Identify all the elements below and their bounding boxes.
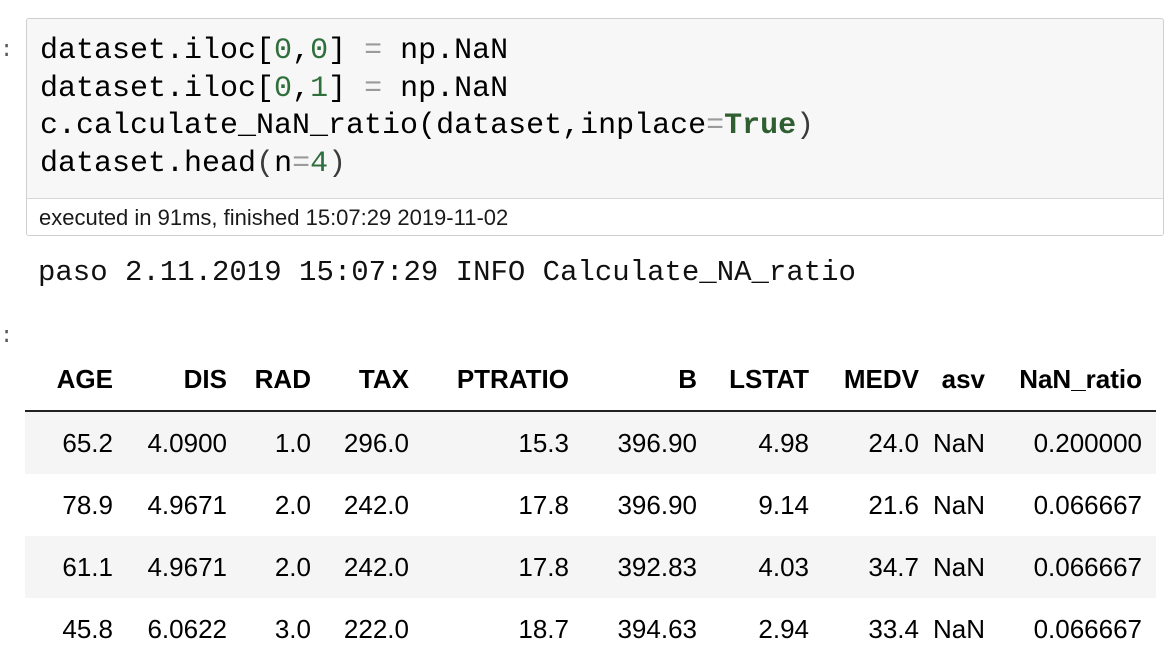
code-token: ( — [256, 146, 275, 181]
column-header: MEDV — [823, 348, 933, 412]
table-cell: 394.63 — [617, 613, 697, 644]
table-cell: 396.90 — [617, 489, 697, 520]
code-token: 0 — [274, 71, 293, 106]
table-row: 61.1 4.9671 2.0 242.0 17.8 392.83 4.03 34.7 NaN 0… — [25, 536, 1157, 598]
table-row: 65.2 4.0900 1.0 296.0 15.3 396.90 4.98 24.0 NaN 0… — [25, 411, 1157, 474]
table-cell: 33.4 — [868, 613, 919, 644]
table-cell: 45.8 — [62, 613, 113, 644]
code-cell[interactable]: dataset.iloc[0,0] = np.NaN dataset.iloc[0… — [26, 18, 1164, 236]
table-cell: 0.066667 — [1033, 613, 1143, 644]
execution-info: executed in 91ms, finished 15:07:29 2019… — [27, 198, 1163, 235]
table-cell: 1.0 — [274, 427, 311, 458]
code-token: dataset.head — [40, 146, 257, 181]
code-token: np.NaN — [382, 71, 509, 106]
table-cell: 2.94 — [758, 613, 809, 644]
table-cell: 0.066667 — [1033, 551, 1143, 582]
code-token: ] — [328, 71, 365, 106]
table-cell: NaN — [933, 613, 986, 644]
table-cell: 78.9 — [62, 489, 113, 520]
table-cell: 4.03 — [758, 551, 809, 582]
code-line[interactable]: c.calculate_NaN_ratio(dataset,inplace=Tr… — [40, 108, 1163, 146]
output-prompt-marker: : — [0, 324, 14, 349]
code-token: 0 — [274, 34, 293, 68]
code-token: ] — [328, 34, 365, 68]
code-token: = — [364, 34, 383, 68]
table-header-row: AGE DIS RAD TAX PTRATIO B LSTAT MEDV asv NaN_rati… — [25, 348, 1157, 412]
table-cell: 6.0622 — [147, 613, 227, 644]
code-token: = — [292, 146, 311, 181]
table-cell: NaN — [933, 427, 986, 458]
column-header: NaN_ratio — [999, 348, 1157, 412]
table-cell: 3.0 — [274, 613, 311, 644]
table-cell: 17.8 — [518, 489, 569, 520]
table-cell: NaN — [933, 551, 986, 582]
code-token: dataset.iloc[ — [40, 71, 275, 106]
code-token: ) — [328, 146, 347, 181]
code-token: c.calculate_NaN_ratio(dataset,inplace — [40, 109, 707, 144]
code-line[interactable]: dataset.iloc[0,1] = np.NaN — [40, 71, 1163, 109]
dataframe-table: AGE DIS RAD TAX PTRATIO B LSTAT MEDV asv NaN_rati… — [25, 348, 1157, 656]
table-cell: 18.7 — [518, 613, 569, 644]
table-cell: 9.14 — [758, 489, 809, 520]
code-token: 0 — [310, 34, 329, 68]
column-header: RAD — [241, 348, 325, 412]
table-cell: 0.200000 — [1033, 427, 1143, 458]
table-cell: 242.0 — [343, 551, 409, 582]
code-token: dataset.iloc[ — [40, 34, 275, 68]
table-row: 78.9 4.9671 2.0 242.0 17.8 396.90 9.14 21.6 NaN 0… — [25, 474, 1157, 536]
code-token: n — [274, 146, 293, 181]
table-cell: 34.7 — [868, 551, 919, 582]
column-header: LSTAT — [711, 348, 823, 412]
code-line[interactable]: dataset.head(n=4) — [40, 146, 1163, 184]
table-cell: 222.0 — [343, 613, 409, 644]
table-cell: 4.0900 — [147, 427, 227, 458]
table-cell: 65.2 — [62, 427, 113, 458]
table-cell: 4.98 — [758, 427, 809, 458]
table-cell: 242.0 — [343, 489, 409, 520]
table-cell: 296.0 — [343, 427, 409, 458]
code-token: True — [724, 109, 797, 144]
table-cell: 24.0 — [868, 427, 919, 458]
table-cell: 396.90 — [617, 427, 697, 458]
table-cell: 2.0 — [274, 489, 311, 520]
code-line[interactable]: dataset.iloc[0,0] = np.NaN — [40, 33, 1163, 71]
code-token: , — [292, 34, 311, 68]
table-cell: 4.9671 — [147, 489, 227, 520]
dataframe-output: AGE DIS RAD TAX PTRATIO B LSTAT MEDV asv NaN_rati… — [25, 348, 1166, 656]
log-output: paso 2.11.2019 15:07:29 INFO Calculate_N… — [38, 256, 856, 289]
code-token: 1 — [310, 71, 329, 106]
input-prompt-marker: : — [0, 38, 14, 63]
table-cell: 4.9671 — [147, 551, 227, 582]
table-cell: 2.0 — [274, 551, 311, 582]
column-header: AGE — [25, 348, 127, 412]
code-token: , — [292, 71, 311, 106]
code-editor[interactable]: dataset.iloc[0,0] = np.NaN dataset.iloc[0… — [27, 19, 1163, 199]
column-header: PTRATIO — [423, 348, 583, 412]
table-cell: 21.6 — [868, 489, 919, 520]
column-header: DIS — [127, 348, 241, 412]
table-cell: 392.83 — [617, 551, 697, 582]
code-token: = — [364, 71, 383, 106]
table-cell: NaN — [933, 489, 986, 520]
code-token: = — [706, 109, 725, 144]
column-header: B — [583, 348, 711, 412]
table-cell: 61.1 — [62, 551, 113, 582]
code-token: np.NaN — [382, 34, 509, 68]
code-token: 4 — [310, 146, 329, 181]
column-header: asv — [933, 348, 1000, 412]
table-cell: 17.8 — [518, 551, 569, 582]
table-cell: 0.066667 — [1033, 489, 1143, 520]
column-header: TAX — [325, 348, 423, 412]
code-token: ) — [796, 109, 815, 144]
table-cell: 15.3 — [518, 427, 569, 458]
table-row: 45.8 6.0622 3.0 222.0 18.7 394.63 2.94 33.4 NaN 0… — [25, 598, 1157, 656]
